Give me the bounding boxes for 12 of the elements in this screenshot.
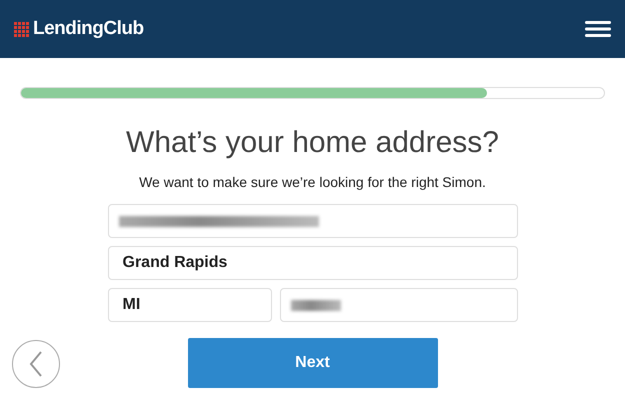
brand-name[interactable]: LendingClub	[33, 14, 144, 44]
back-button[interactable]	[12, 340, 60, 388]
subtitle: We want to make sure we’re looking for the right Simon.	[138, 173, 487, 192]
input-field[interactable]: MI	[108, 288, 272, 322]
next-button[interactable]: Next	[188, 338, 438, 388]
menu-icon[interactable]	[585, 20, 611, 38]
blurred-text	[290, 300, 340, 310]
logo-icon	[14, 22, 29, 36]
input-field[interactable]	[280, 288, 518, 322]
input-field[interactable]	[108, 204, 518, 238]
input-field[interactable]: Grand Rapids	[108, 246, 518, 280]
page-title: What’s your home address?	[125, 125, 500, 161]
